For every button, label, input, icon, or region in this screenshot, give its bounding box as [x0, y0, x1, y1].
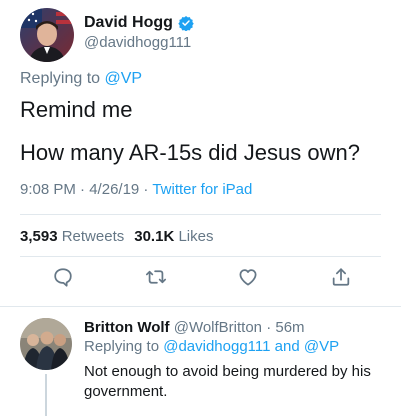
heart-icon[interactable]: [237, 266, 259, 288]
reply-time[interactable]: 56m: [275, 319, 304, 336]
meta-separator: ·: [139, 181, 153, 198]
reply-separator: ·: [262, 319, 276, 336]
share-icon[interactable]: [330, 266, 352, 288]
tweet-date[interactable]: 4/26/19: [89, 181, 139, 198]
reply-avatar-image: [20, 318, 72, 370]
avatar[interactable]: [20, 318, 72, 370]
likes-label: Likes: [174, 228, 214, 245]
avatar[interactable]: [20, 8, 74, 62]
replying-prefix: Replying to: [20, 70, 105, 87]
meta-separator: ·: [75, 181, 90, 198]
replying-mention-link[interactable]: @VP: [105, 70, 143, 87]
reply-replying-mentions-link[interactable]: @davidhogg111 and @VP: [163, 338, 339, 355]
divider: [20, 256, 381, 257]
tweet-stats: 3,593 Retweets 30.1K Likes: [20, 228, 213, 245]
thread-line: [45, 374, 47, 416]
verified-badge-icon: [178, 15, 194, 32]
name-row: David Hogg: [84, 13, 194, 33]
retweets-stat[interactable]: 3,593 Retweets: [20, 228, 124, 245]
reply-header: Britton Wolf @WolfBritton · 56m: [84, 318, 389, 337]
reply-handle[interactable]: @WolfBritton: [174, 319, 262, 336]
tweet-text-line: How many AR-15s did Jesus own?: [20, 140, 360, 165]
reply-text: Not enough to avoid being murdered by hi…: [84, 363, 371, 400]
likes-count: 30.1K: [134, 228, 175, 245]
replying-to: Replying to @VP: [20, 70, 142, 88]
retweets-label: Retweets: [57, 228, 125, 245]
tweet-meta: 9:08 PM · 4/26/19 · Twitter for iPad: [20, 181, 252, 198]
tweet-header: David Hogg @davidhogg111: [20, 8, 194, 62]
reply-replying-to: Replying to @davidhogg111 and @VP: [84, 337, 389, 356]
tweet-actions: [52, 266, 352, 288]
reply-replying-prefix: Replying to: [84, 338, 164, 355]
avatar-image: [20, 8, 74, 62]
tweet-text-line: Remind me: [20, 97, 133, 122]
retweet-icon[interactable]: [145, 266, 167, 288]
handle[interactable]: @davidhogg111: [84, 33, 194, 53]
divider: [20, 214, 381, 215]
divider: [0, 306, 401, 307]
likes-stat[interactable]: 30.1K Likes: [134, 228, 213, 245]
tweet-text: Remind me How many AR-15s did Jesus own?: [20, 96, 390, 167]
tweet-screenshot: David Hogg @davidhogg111 Replying to @VP…: [0, 0, 401, 416]
tweet-source-link[interactable]: Twitter for iPad: [152, 181, 252, 198]
display-name[interactable]: David Hogg: [84, 13, 173, 33]
retweets-count: 3,593: [20, 228, 58, 245]
tweet-time[interactable]: 9:08 PM: [20, 181, 76, 198]
reply-tweet: Britton Wolf @WolfBritton · 56m Replying…: [84, 318, 389, 402]
name-block: David Hogg @davidhogg111: [84, 13, 194, 53]
speech-bubble-icon[interactable]: [52, 266, 74, 288]
reply-display-name[interactable]: Britton Wolf: [84, 319, 170, 336]
